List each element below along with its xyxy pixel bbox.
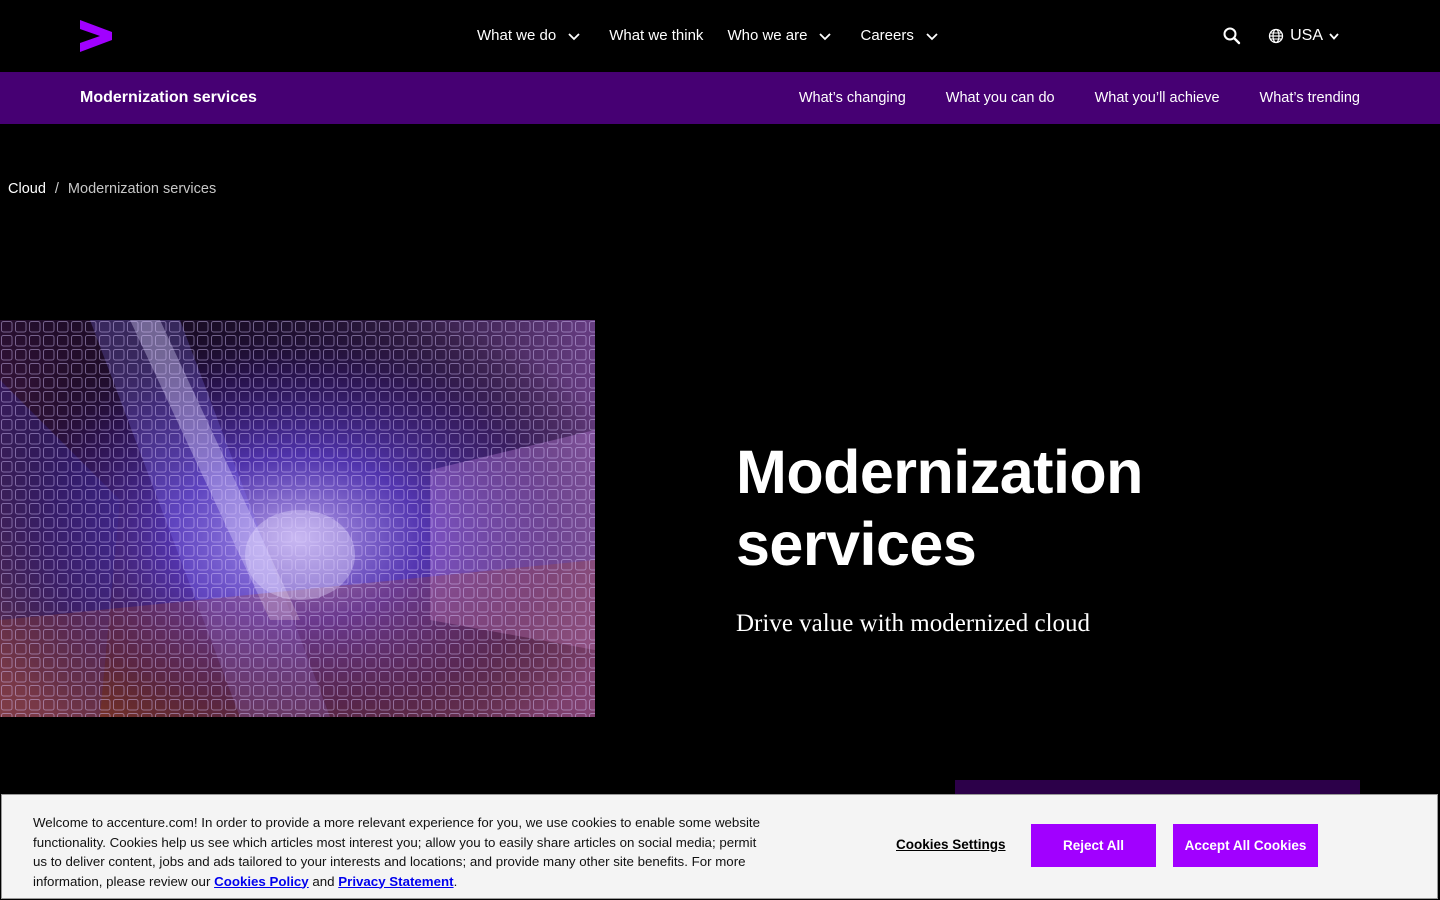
cookies-settings-button[interactable]: Cookies Settings <box>896 837 1006 852</box>
nav-careers[interactable]: Careers <box>860 26 938 46</box>
subnav-link-what-you-can-do[interactable]: What you can do <box>946 90 1055 106</box>
subnav-link-what-youll-achieve[interactable]: What you’ll achieve <box>1095 90 1220 106</box>
chevron-down-icon <box>925 29 939 43</box>
accenture-logo-icon[interactable] <box>80 20 112 52</box>
cookie-banner: Welcome to accenture.com! In order to pr… <box>1 794 1438 899</box>
reject-all-button[interactable]: Reject All <box>1031 824 1156 867</box>
subnav-links: What’s changing What you can do What you… <box>759 72 1360 124</box>
page-subtitle: Drive value with modernized cloud <box>736 610 1091 637</box>
chevron-down-icon <box>567 29 581 43</box>
chevron-down-icon <box>818 29 832 43</box>
globe-icon <box>1268 28 1284 44</box>
accept-all-cookies-button[interactable]: Accept All Cookies <box>1173 824 1318 867</box>
page-title-line-2: services <box>736 510 977 578</box>
breadcrumb: Cloud / Modernization services <box>8 181 216 197</box>
hero-image <box>0 320 595 717</box>
chevron-down-icon <box>1328 30 1340 42</box>
nav-item-label: Who we are <box>727 27 808 44</box>
section-subnav: Modernization services What’s changing W… <box>0 72 1440 124</box>
main-nav: What we do What we think Who we are Care… <box>477 0 939 72</box>
page-title-line-1: Modernization <box>736 438 1143 506</box>
top-navigation: What we do What we think Who we are Care… <box>0 0 1440 72</box>
subnav-title[interactable]: Modernization services <box>80 72 257 124</box>
nav-what-we-do[interactable]: What we do <box>477 26 581 46</box>
locale-label: USA <box>1290 27 1323 44</box>
nav-item-label: What we do <box>477 27 557 44</box>
nav-who-we-are[interactable]: Who we are <box>727 26 832 46</box>
search-icon[interactable] <box>1222 26 1242 46</box>
nav-what-we-think[interactable]: What we think <box>609 26 703 46</box>
cookie-period: . <box>453 873 458 889</box>
breadcrumb-link-cloud[interactable]: Cloud <box>8 181 46 197</box>
cookie-conjunction: and <box>312 873 335 889</box>
breadcrumb-current: Modernization services <box>67 181 217 197</box>
page-title: Modernization services <box>736 436 1296 580</box>
breadcrumb-separator: / <box>54 181 59 197</box>
cookie-banner-text: Welcome to accenture.com! In order to pr… <box>33 813 773 891</box>
privacy-statement-link[interactable]: Privacy Statement <box>338 874 453 889</box>
subnav-link-whats-changing[interactable]: What’s changing <box>799 90 906 106</box>
nav-item-label: Careers <box>860 27 914 44</box>
nav-item-label: What we think <box>609 27 704 44</box>
locale-selector[interactable]: USA <box>1268 27 1340 45</box>
cookies-policy-link[interactable]: Cookies Policy <box>214 874 309 889</box>
subnav-link-whats-trending[interactable]: What’s trending <box>1260 90 1360 106</box>
nav-utilities: USA <box>1222 0 1340 72</box>
